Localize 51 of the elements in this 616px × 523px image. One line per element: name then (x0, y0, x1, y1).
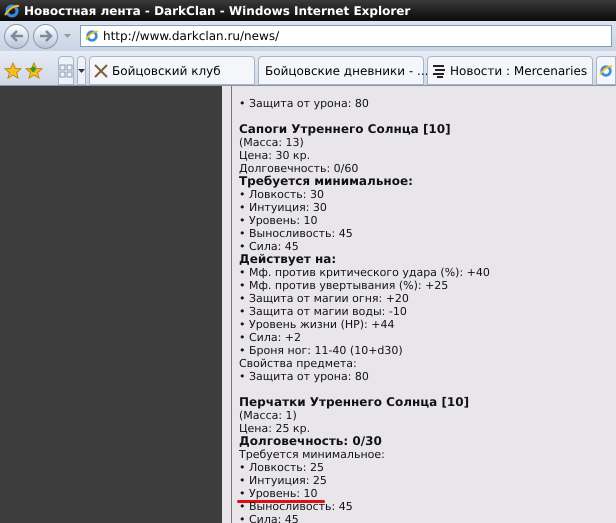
text-line: • Защита от магии воды: -10 (239, 305, 407, 318)
text-line: Долговечность: 0/60 (239, 162, 358, 175)
text-line: • Сила: +2 (239, 331, 302, 344)
back-arrow-icon (10, 30, 24, 42)
item-heading: Требуется минимальное: (239, 174, 413, 188)
text-line: • Мф. против увертывания (%): +25 (239, 279, 448, 292)
browser-tab[interactable] (596, 56, 616, 85)
text-line: • Уровень: 10 (239, 487, 318, 500)
caret-icon (78, 68, 85, 72)
text-line: • Защита от урона: 80 (239, 97, 369, 110)
caret-icon (64, 34, 70, 38)
text-line: Требуется минимальное: (239, 448, 385, 461)
forward-button[interactable] (33, 24, 58, 48)
text-line: • Ловкость: 25 (239, 461, 324, 474)
text-line: Цена: 30 кр. (239, 149, 310, 162)
emblem-icon (431, 62, 447, 78)
text-line: (Масса: 1) (239, 409, 297, 422)
text-line: • Мф. против критического удара (%): +40 (239, 266, 490, 279)
back-button[interactable] (4, 24, 29, 48)
text-line: Свойства предмета: (239, 357, 357, 370)
forward-arrow-icon (38, 30, 52, 42)
item-heading: Перчатки Утреннего Солнца [10] (239, 395, 470, 409)
page-icon (85, 29, 99, 43)
text-line: • Сила: 45 (239, 513, 299, 523)
star-icon (4, 62, 22, 80)
text-line: • Защита от урона: 80 (239, 370, 369, 383)
text-line: • Выносливость: 45 (239, 227, 353, 240)
text-line: (Масса: 13) (239, 136, 304, 149)
item-heading: Действует на: (239, 252, 336, 266)
text-line: • Защита от магии огня: +20 (239, 292, 409, 305)
grid-icon (59, 64, 73, 78)
address-field[interactable]: http://www.darkclan.ru/news/ (80, 25, 612, 47)
tab-list-button[interactable] (77, 56, 86, 85)
window-title: Новостная лента - DarkClan - Windows Internet Explorer (24, 2, 410, 20)
item-heading: Сапоги Утреннего Солнца [10] (239, 122, 451, 136)
text-line: • Сила: 45 (239, 240, 299, 253)
text-line: • Броня ног: 11-40 (10+d30) (239, 344, 403, 357)
swords-icon (93, 62, 109, 78)
browser-tab[interactable]: Новости : Mercenaries (427, 56, 593, 85)
text-line: Цена: 25 кр. (239, 422, 310, 435)
text-line: • Выносливость: 45 (239, 500, 353, 513)
browser-logo-icon (4, 2, 20, 18)
text-line: • Уровень: 10 (239, 214, 318, 227)
text-line: • Интуиция: 25 (239, 474, 327, 487)
star-plus-icon (25, 62, 43, 80)
text-line: • Ловкость: 30 (239, 188, 324, 201)
item-heading: Долговечность: 0/30 (239, 434, 382, 448)
browser-tab[interactable]: Бойцовский клуб (89, 56, 255, 85)
text-line: • Интуиция: 30 (239, 201, 327, 214)
page-icon (599, 64, 613, 78)
text-line: • Уровень жизни (HP): +44 (239, 318, 394, 331)
